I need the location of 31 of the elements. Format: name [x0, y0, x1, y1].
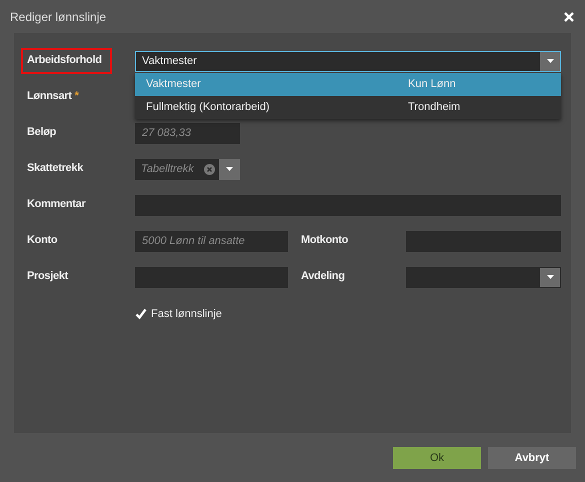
option-detail: Kun Lønn: [408, 78, 457, 90]
field-label: Motkonto: [300, 233, 350, 248]
input-field[interactable]: 5000 Lønn til ansatte: [135, 230, 288, 252]
input-field[interactable]: 27 083,33: [135, 122, 240, 144]
field-label: Avdeling: [300, 269, 346, 284]
field-label: Skattetrekk: [26, 161, 84, 176]
dropdown-option[interactable]: Fullmektig (Kontorarbeid) Trondheim: [135, 96, 561, 118]
cancel-button[interactable]: Avbryt: [488, 446, 576, 468]
field-label: Prosjekt: [26, 269, 70, 284]
input-field[interactable]: [406, 230, 561, 252]
field-label: Beløp: [26, 125, 58, 140]
option-label: Vaktmester: [146, 78, 202, 90]
field-label: Kommentar: [26, 197, 87, 212]
dropdown-field[interactable]: Vaktmester: [135, 50, 561, 72]
dropdown-field[interactable]: Tabelltrekk: [135, 158, 240, 180]
clear-icon[interactable]: [204, 164, 215, 174]
option-label: Fullmektig (Kontorarbeid): [146, 101, 270, 113]
input-field[interactable]: [135, 194, 561, 216]
caret-icon[interactable]: [540, 268, 560, 286]
ok-button[interactable]: Ok: [393, 446, 481, 468]
field-label: Lønnsart *: [26, 89, 80, 104]
dialog-title: Rediger lønnslinje: [10, 10, 106, 24]
field-label: Arbeidsforhold: [21, 48, 112, 74]
field-label: Konto: [26, 233, 58, 248]
close-icon[interactable]: [563, 10, 575, 22]
input-field[interactable]: Tabelltrekk: [135, 158, 204, 180]
check-icon: [135, 308, 147, 320]
checkbox[interactable]: Fast lønnslinje: [135, 308, 561, 320]
input-field[interactable]: [135, 266, 288, 288]
caret-icon[interactable]: [219, 158, 240, 180]
option-detail: Trondheim: [408, 101, 462, 113]
